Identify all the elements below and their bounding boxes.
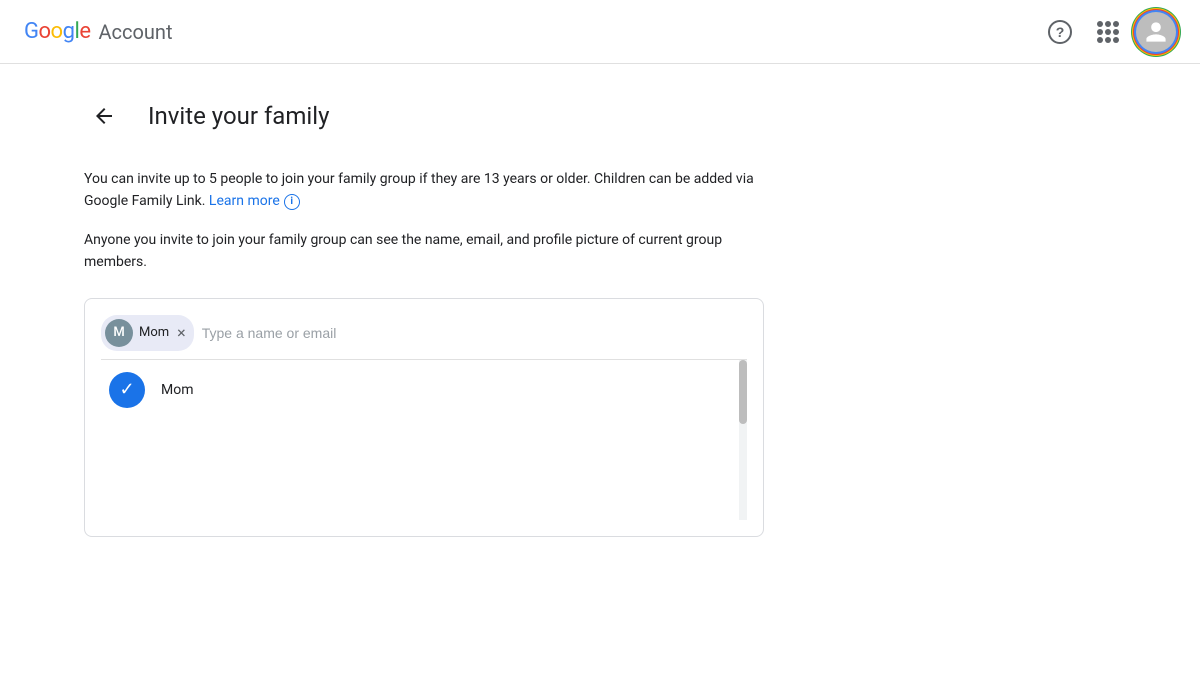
input-container: M Mom × ✓ Mom xyxy=(84,298,764,537)
input-row: M Mom × xyxy=(101,315,747,351)
help-icon: ? xyxy=(1048,20,1072,44)
grid-dot xyxy=(1097,37,1103,43)
scrollbar-thumb xyxy=(739,360,747,424)
main-content: Invite your family You can invite up to … xyxy=(0,64,1200,569)
grid-dot xyxy=(1105,37,1111,43)
logo-g: G xyxy=(24,19,39,44)
grid-dot xyxy=(1113,21,1119,27)
learn-more-link[interactable]: Learn more i xyxy=(209,190,300,212)
selected-indicator: ✓ xyxy=(109,372,145,408)
logo-g2: g xyxy=(63,19,75,44)
dropdown-list: ✓ Mom xyxy=(101,360,747,520)
info-icon: i xyxy=(284,194,300,210)
logo-o1: o xyxy=(39,19,51,44)
description1: You can invite up to 5 people to join yo… xyxy=(84,168,764,213)
grid-dot xyxy=(1105,21,1111,27)
page-header: Invite your family xyxy=(84,96,1116,136)
mom-chip[interactable]: M Mom × xyxy=(101,315,194,351)
header-right: ? xyxy=(1040,12,1176,52)
person-icon xyxy=(1144,20,1168,44)
grid-dot xyxy=(1105,29,1111,35)
back-arrow-icon xyxy=(92,104,116,128)
header: G o o g l e Account ? xyxy=(0,0,1200,64)
grid-dot xyxy=(1097,21,1103,27)
chip-close-button[interactable]: × xyxy=(177,325,186,341)
chip-avatar: M xyxy=(105,319,133,347)
page-title: Invite your family xyxy=(148,102,329,130)
dropdown-container: ✓ Mom xyxy=(101,359,747,520)
header-left: G o o g l e Account xyxy=(24,19,173,44)
avatar[interactable] xyxy=(1136,12,1176,52)
logo-e: e xyxy=(79,19,90,44)
google-logo[interactable]: G o o g l e xyxy=(24,19,90,44)
back-button[interactable] xyxy=(84,96,124,136)
apps-button[interactable] xyxy=(1088,12,1128,52)
name-email-input[interactable] xyxy=(202,325,747,341)
grid-dot xyxy=(1097,29,1103,35)
grid-dot xyxy=(1113,29,1119,35)
checkmark-icon: ✓ xyxy=(119,379,134,400)
logo-o2: o xyxy=(51,19,63,44)
chip-label: Mom xyxy=(139,325,169,340)
description2: Anyone you invite to join your family gr… xyxy=(84,229,734,274)
dropdown-item-name: Mom xyxy=(161,382,193,398)
account-text: Account xyxy=(98,20,172,44)
dropdown-item-mom[interactable]: ✓ Mom xyxy=(101,360,747,420)
help-button[interactable]: ? xyxy=(1040,12,1080,52)
grid-dot xyxy=(1113,37,1119,43)
scrollbar[interactable] xyxy=(739,360,747,520)
grid-icon xyxy=(1097,21,1119,43)
